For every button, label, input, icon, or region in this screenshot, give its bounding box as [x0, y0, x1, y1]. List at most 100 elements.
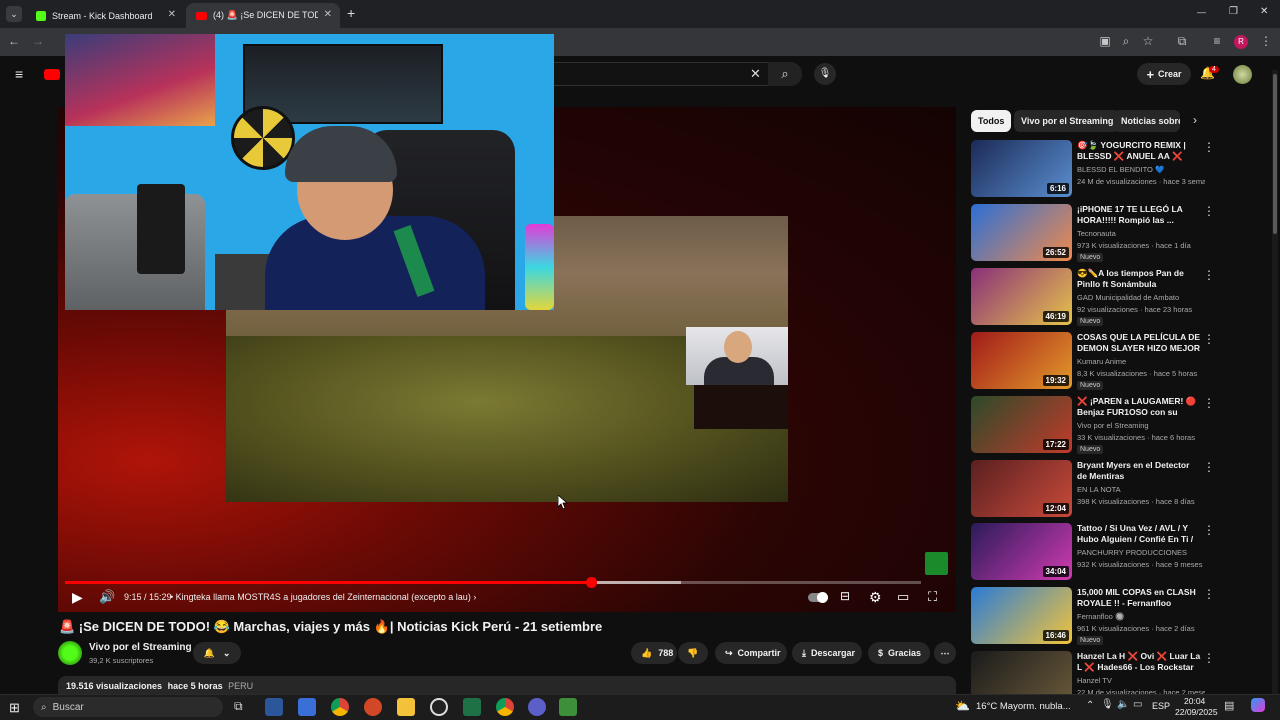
recommendation-channel[interactable]: GAD Municipalidad de Ambato: [1077, 293, 1179, 302]
clear-search-icon[interactable]: ✕: [750, 66, 761, 82]
theater-mode-icon[interactable]: ▭: [897, 589, 909, 605]
chrome-active-icon[interactable]: [496, 698, 514, 716]
store-icon[interactable]: [298, 698, 316, 716]
task-view-icon[interactable]: ⧉: [234, 699, 243, 714]
recommendation-item[interactable]: 17:22 ❌ ¡PAREN a LAUGAMER! 🔴 Benjaz FUR1O…: [971, 395, 1215, 454]
chip-noticias[interactable]: Noticias sobre p: [1114, 110, 1180, 132]
more-vertical-icon[interactable]: ⋮: [1203, 460, 1215, 474]
more-vertical-icon[interactable]: ⋮: [1203, 587, 1215, 601]
settings-gear-icon[interactable]: ⚙: [869, 589, 882, 606]
copilot-icon[interactable]: [1251, 698, 1265, 712]
powerpoint-icon[interactable]: [364, 698, 382, 716]
recommendation-title[interactable]: COSAS QUE LA PELÍCULA DE DEMON SLAYER HI…: [1077, 332, 1201, 355]
back-icon[interactable]: ←: [6, 34, 22, 48]
recommendation-channel[interactable]: BLESSD EL BENDITO 💙: [1077, 165, 1164, 174]
video-thumbnail[interactable]: 26:52: [971, 203, 1072, 261]
windows-start-icon[interactable]: ⊞: [9, 700, 20, 716]
zoom-icon[interactable]: ⌕: [1118, 34, 1134, 49]
more-actions-button[interactable]: ⋯: [934, 642, 956, 664]
video-thumbnail[interactable]: 16:46: [971, 587, 1072, 645]
channel-name[interactable]: Vivo por el Streaming: [89, 642, 192, 653]
taskbar-search-box[interactable]: ⌕ Buscar: [33, 697, 223, 717]
subtitles-icon[interactable]: ⊟: [840, 589, 850, 603]
speaker-icon[interactable]: 🔈: [1117, 699, 1129, 710]
bookmark-star-icon[interactable]: ☆: [1140, 34, 1156, 48]
account-avatar[interactable]: [1233, 65, 1252, 84]
recommendation-item[interactable]: 6:16 🎯🍃 YOGURCITO REMIX | BLESSD ❌ ANUEL …: [971, 140, 1215, 198]
recommendation-channel[interactable]: Tecnonauta: [1077, 229, 1116, 238]
more-vertical-icon[interactable]: ⋮: [1203, 332, 1215, 346]
recommendation-channel[interactable]: EN LA NOTA: [1077, 485, 1121, 494]
recommendation-channel[interactable]: Vivo por el Streaming: [1077, 421, 1149, 430]
create-button[interactable]: + Crear: [1137, 63, 1191, 85]
download-button[interactable]: ⤓ Descargar: [792, 642, 862, 664]
fullscreen-icon[interactable]: ⛶: [928, 589, 937, 605]
video-thumbnail[interactable]: 17:22: [971, 395, 1072, 453]
close-tab-icon[interactable]: ✕: [168, 9, 176, 20]
new-tab-button[interactable]: +: [347, 5, 355, 21]
extensions-icon[interactable]: ⧉: [1174, 34, 1190, 49]
clock-date[interactable]: 22/09/2025: [1175, 707, 1218, 717]
tab-youtube-video[interactable]: (4) 🚨 ¡Se DICEN DE TODO! 😂 ✕: [186, 3, 340, 28]
chrome-icon[interactable]: [331, 698, 349, 716]
like-button[interactable]: 👍 788: [631, 642, 677, 664]
more-vertical-icon[interactable]: ⋮: [1203, 204, 1215, 218]
recommendation-title[interactable]: 🎯🍃 YOGURCITO REMIX | BLESSD ❌ ANUEL AA ❌…: [1077, 140, 1201, 163]
close-window-button[interactable]: ✕: [1260, 6, 1268, 17]
page-scrollbar[interactable]: [1272, 70, 1278, 694]
channel-avatar[interactable]: [58, 641, 82, 665]
notifications-icon[interactable]: ▤: [1224, 699, 1234, 712]
tab-kick-dashboard[interactable]: Stream - Kick Dashboard ✕: [26, 3, 184, 28]
recommendation-title[interactable]: ❌ ¡PAREN a LAUGAMER! 🔴 Benjaz FUR1OSO co…: [1077, 396, 1201, 419]
weather-icon[interactable]: ⛅: [955, 699, 970, 713]
video-thumbnail[interactable]: 12:04: [971, 459, 1072, 517]
more-vertical-icon[interactable]: ⋮: [1203, 523, 1215, 537]
recommendation-title[interactable]: 😎✏️A los tiempos Pan de Pinllo ft Sonámb…: [1077, 268, 1201, 291]
recommendation-title[interactable]: Tattoo / Si Una Vez / AVL / Y Hubo Algui…: [1077, 523, 1201, 546]
app-icon[interactable]: [559, 698, 577, 716]
close-tab-icon[interactable]: ✕: [324, 9, 332, 20]
excel-icon[interactable]: [463, 698, 481, 716]
progress-bar[interactable]: [65, 577, 921, 588]
share-button[interactable]: ↪ Compartir: [715, 642, 787, 664]
tab-list-button[interactable]: ⌄: [6, 6, 22, 22]
recommendation-channel[interactable]: Kumaru Anime: [1077, 357, 1126, 366]
word-icon[interactable]: [265, 698, 283, 716]
restore-button[interactable]: ❐: [1229, 6, 1238, 17]
video-thumbnail[interactable]: 6:16: [971, 140, 1072, 197]
forward-icon[interactable]: →: [30, 34, 46, 48]
chips-next-icon[interactable]: ›: [1193, 113, 1197, 127]
more-vertical-icon[interactable]: ⋮: [1203, 268, 1215, 282]
recommendation-title[interactable]: ¡iPHONE 17 TE LLEGÓ LA HORA!!!!! Rompió …: [1077, 204, 1201, 226]
microphone-icon[interactable]: 🎙: [1101, 699, 1114, 710]
recommendation-channel[interactable]: Hanzel TV: [1077, 676, 1112, 685]
recommendation-channel[interactable]: Fernanfloo 🔘: [1077, 612, 1124, 621]
display-icon[interactable]: ▭: [1133, 699, 1142, 710]
recommendation-title[interactable]: 15,000 MIL COPAS en CLASH ROYALE !! - Fe…: [1077, 587, 1201, 609]
recommendation-item[interactable]: 16:46 15,000 MIL COPAS en CLASH ROYALE !!…: [971, 587, 1215, 646]
cast-icon[interactable]: ▣: [1097, 34, 1113, 48]
autoplay-toggle[interactable]: [808, 592, 828, 603]
hamburger-menu-icon[interactable]: ≡: [15, 66, 23, 82]
recommendation-channel[interactable]: PANCHURRY PRODUCCIONES: [1077, 548, 1187, 557]
subscription-bell-button[interactable]: 🔔 ⌄: [193, 642, 241, 664]
more-vertical-icon[interactable]: ⋮: [1203, 140, 1215, 154]
recommendation-title[interactable]: Bryant Myers en el Detector de Mentiras: [1077, 460, 1201, 482]
recommendation-item[interactable]: 12:04 Bryant Myers en el Detector de Ment…: [971, 459, 1215, 518]
tray-overflow-icon[interactable]: ⌃: [1086, 700, 1094, 711]
search-input[interactable]: [552, 62, 802, 86]
file-explorer-icon[interactable]: [397, 698, 415, 716]
description-box[interactable]: 19.516 visualizaciones hace 5 horas PERU: [58, 676, 956, 696]
browser-menu-icon[interactable]: ⋮: [1258, 34, 1274, 48]
clock-time[interactable]: 20:04: [1184, 696, 1205, 706]
volume-icon[interactable]: 🔊: [99, 589, 115, 605]
search-icon[interactable]: ⌕: [768, 62, 802, 86]
chip-vivo-por-el-streaming[interactable]: Vivo por el Streaming: [1014, 110, 1121, 132]
video-thumbnail[interactable]: 46:19: [971, 267, 1072, 325]
voice-search-icon[interactable]: 🎙: [814, 63, 836, 85]
profile-avatar[interactable]: R: [1234, 35, 1248, 49]
recommendation-item[interactable]: 34:04 Tattoo / Si Una Vez / AVL / Y Hubo …: [971, 523, 1215, 581]
recommendation-item[interactable]: 26:52 ¡iPHONE 17 TE LLEGÓ LA HORA!!!!! Ro…: [971, 203, 1215, 262]
video-thumbnail[interactable]: 34:04: [971, 523, 1072, 581]
recommendation-title[interactable]: Hanzel La H ❌ Ovi ❌ Luar La L ❌ Hades66 …: [1077, 651, 1201, 674]
